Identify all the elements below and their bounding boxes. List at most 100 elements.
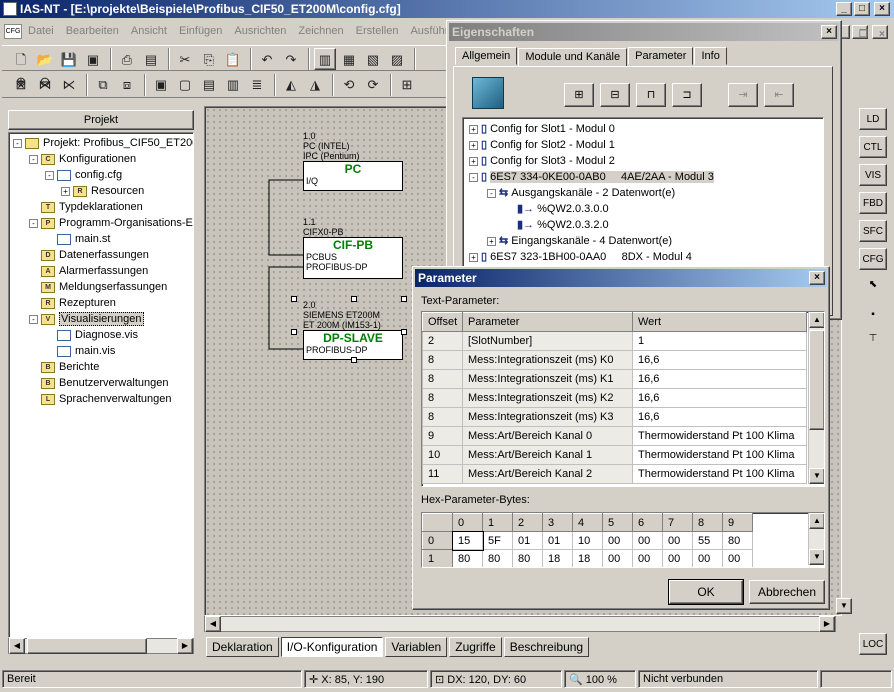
param-scroll-up-icon[interactable]: ▲ xyxy=(809,312,824,328)
new-icon[interactable]: 🗋 xyxy=(10,49,32,71)
selection-handle[interactable] xyxy=(401,329,407,335)
paste-icon[interactable]: 📋 xyxy=(222,49,244,71)
tab-zugriffe[interactable]: Zugriffe xyxy=(449,637,502,657)
copy-icon[interactable]: ⎘ xyxy=(198,49,220,71)
param-scroll-thumb[interactable] xyxy=(809,330,824,430)
scroll-left-icon[interactable]: ◀ xyxy=(9,638,25,654)
close-icon[interactable]: × xyxy=(874,2,890,16)
grid-icon[interactable]: ⊞ xyxy=(396,74,418,96)
selection-handle[interactable] xyxy=(401,296,407,302)
tree-item[interactable]: A Alarmerfassungen xyxy=(13,263,189,279)
cut-icon[interactable]: ✂ xyxy=(174,49,196,71)
hex-cell[interactable]: 01 xyxy=(512,531,543,550)
menu-ansicht[interactable]: Ansicht xyxy=(125,22,173,40)
add-module-icon[interactable]: ⊞ xyxy=(564,83,594,107)
props-tab-2[interactable]: Parameter xyxy=(628,47,694,65)
tree-item[interactable]: T Typdeklarationen xyxy=(13,199,189,215)
parameter-close-icon[interactable]: × xyxy=(809,271,825,285)
hex-cell[interactable]: 80 xyxy=(722,531,753,550)
table-row[interactable]: 8 Mess:Integrationszeit (ms) K3 16,6 xyxy=(422,407,807,427)
view-3-icon[interactable]: ▧ xyxy=(362,49,384,71)
node-dp-slave[interactable]: DP-SLAVE PROFIBUS-DP xyxy=(303,330,403,360)
param-value[interactable]: 16,6 xyxy=(632,388,807,408)
side-button-cfg[interactable]: CFG xyxy=(859,248,887,270)
print-preview-icon[interactable]: ▤ xyxy=(140,49,162,71)
box-icon[interactable]: ▪ xyxy=(859,304,887,326)
hex-cell[interactable]: 00 xyxy=(722,549,753,567)
param-value[interactable]: 16,6 xyxy=(632,407,807,427)
tree-item[interactable]: M Meldungserfassungen xyxy=(13,279,189,295)
hex-cell[interactable]: 80 xyxy=(452,549,483,567)
param-col-header[interactable]: Parameter xyxy=(462,312,633,332)
hex-cell[interactable]: 55 xyxy=(692,531,723,550)
hex-cell[interactable]: 18 xyxy=(572,549,603,567)
hex-cell[interactable]: 10 xyxy=(572,531,603,550)
menu-ausrichten[interactable]: Ausrichten xyxy=(228,22,292,40)
view-4-icon[interactable]: ▨ xyxy=(386,49,408,71)
table-row[interactable]: 8 Mess:Integrationszeit (ms) K2 16,6 xyxy=(422,388,807,408)
param-value[interactable]: 16,6 xyxy=(632,369,807,389)
connect2-icon[interactable]: ⋉ xyxy=(58,74,80,96)
menu-datei[interactable]: Datei xyxy=(22,22,60,40)
side-button-vis[interactable]: VIS xyxy=(859,164,887,186)
param-scroll-down-icon[interactable]: ▼ xyxy=(809,468,824,484)
module-tree-item[interactable]: + ▯ Config for Slot3 - Modul 2 xyxy=(469,153,817,169)
param-value[interactable]: 1 xyxy=(632,331,807,351)
connect-icon[interactable]: ⋈ xyxy=(34,74,56,96)
tree-item[interactable]: B Berichte xyxy=(13,359,189,375)
collapse-icon[interactable]: - xyxy=(13,138,22,148)
view-2-icon[interactable]: ▦ xyxy=(338,49,360,71)
canvas-scroll-right-icon[interactable]: ▶ xyxy=(819,616,835,632)
save-all-icon[interactable]: ▣ xyxy=(82,49,104,71)
cancel-button[interactable]: Abbrechen xyxy=(749,580,825,604)
menu-einfügen[interactable]: Einfügen xyxy=(173,22,228,40)
hex-cell[interactable]: 00 xyxy=(602,531,633,550)
tree-item[interactable]: -P Programm-Organisations-Einheiten xyxy=(13,215,193,231)
collapse-icon[interactable]: - xyxy=(469,172,478,182)
ok-button[interactable]: OK xyxy=(668,579,744,605)
param-value[interactable]: 16,6 xyxy=(632,350,807,370)
group-icon[interactable]: ⧉ xyxy=(92,74,114,96)
tab-beschreibung[interactable]: Beschreibung xyxy=(503,637,590,657)
back-icon[interactable]: ▢ xyxy=(174,74,196,96)
tree-item[interactable]: main.vis xyxy=(13,343,189,359)
module-props-icon[interactable]: ⊐ xyxy=(672,83,702,107)
view-1-icon[interactable]: ▥ xyxy=(314,48,336,70)
insert-module-icon[interactable]: ⊟ xyxy=(600,83,630,107)
props-tab-3[interactable]: Info xyxy=(694,47,727,65)
minimize-icon[interactable]: _ xyxy=(836,2,852,16)
hex-cell[interactable]: 00 xyxy=(662,549,693,567)
flip-v-icon[interactable]: ◮ xyxy=(304,74,326,96)
tree-item[interactable]: - C Konfigurationen xyxy=(13,151,189,167)
tree-item[interactable]: + R Resourcen xyxy=(13,183,189,199)
align-icon[interactable]: ▤ xyxy=(198,74,220,96)
selection-handle[interactable] xyxy=(291,296,297,302)
print-icon[interactable]: ⎙ xyxy=(116,49,138,71)
hex-scroll-down-icon[interactable]: ▼ xyxy=(809,549,824,565)
expand-icon[interactable]: + xyxy=(469,124,478,134)
selection-handle[interactable] xyxy=(291,329,297,335)
hex-vscroll[interactable]: ▲ ▼ xyxy=(808,513,824,565)
redo-icon[interactable]: ↷ xyxy=(280,49,302,71)
param-value[interactable]: Thermowiderstand Pt 100 Klima xyxy=(632,426,807,446)
hex-cell[interactable]: 00 xyxy=(632,531,663,550)
open-icon[interactable]: 📂 xyxy=(34,49,56,71)
expand-icon[interactable]: + xyxy=(469,156,478,166)
tree-icon[interactable]: ⊤ xyxy=(859,328,887,350)
tree-item[interactable]: D Datenerfassungen xyxy=(13,247,189,263)
param-value[interactable]: Thermowiderstand Pt 100 Klima xyxy=(632,464,807,484)
table-row[interactable]: 9 Mess:Art/Bereich Kanal 0 Thermowiderstan… xyxy=(422,426,807,446)
module-tree-item[interactable]: - ⇆ Ausgangskanäle - 2 Datenwort(e) xyxy=(469,185,817,201)
rotate-left-icon[interactable]: ⟲ xyxy=(338,74,360,96)
module-tree-item[interactable]: + ▯ Config for Slot1 - Modul 0 xyxy=(469,121,817,137)
module-up-icon[interactable]: ⊓ xyxy=(636,83,666,107)
hex-cell[interactable]: 00 xyxy=(602,549,633,567)
export-icon[interactable]: ⇥ xyxy=(728,83,758,107)
hex-cell[interactable]: 18 xyxy=(542,549,573,567)
ungroup-icon[interactable]: ⧈ xyxy=(116,74,138,96)
canvas-scroll-left-icon[interactable]: ◀ xyxy=(205,616,221,632)
table-row[interactable]: 8 Mess:Integrationszeit (ms) K0 16,6 xyxy=(422,350,807,370)
menu-bearbeiten[interactable]: Bearbeiten xyxy=(60,22,125,40)
rotate-right-icon[interactable]: ⟳ xyxy=(362,74,384,96)
node-pc[interactable]: PC I/Q xyxy=(303,161,403,191)
